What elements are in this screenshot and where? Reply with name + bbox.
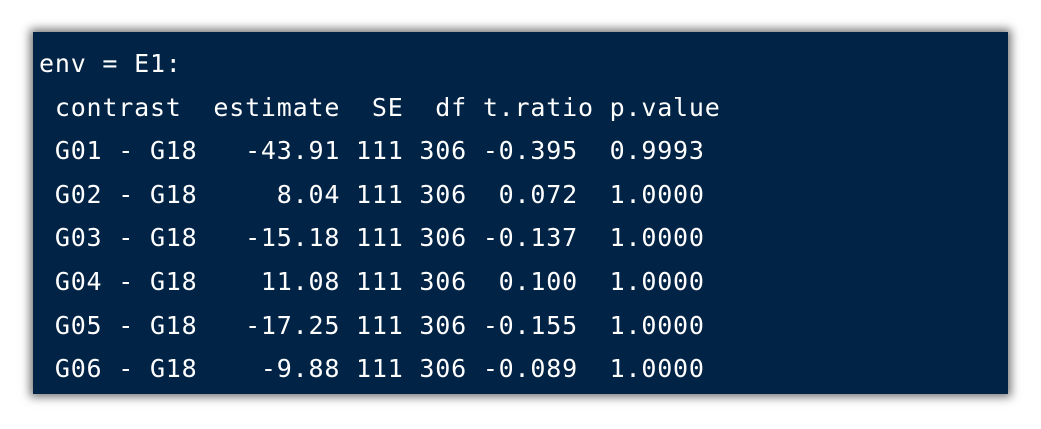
table-row: G05 - G18 -17.25 111 306 -0.155 1.0000 — [39, 311, 705, 340]
table-row: G06 - G18 -9.88 111 306 -0.089 1.0000 — [39, 354, 705, 383]
table-row: G02 - G18 8.04 111 306 0.072 1.0000 — [39, 180, 705, 209]
console-output-panel: env = E1: contrast estimate SE df t.rati… — [33, 32, 1008, 394]
table-header-line: contrast estimate SE df t.ratio p.value — [39, 93, 721, 122]
table-row: G03 - G18 -15.18 111 306 -0.137 1.0000 — [39, 223, 705, 252]
group-header-line: env = E1: — [39, 49, 182, 78]
table-row: G01 - G18 -43.91 111 306 -0.395 0.9993 — [39, 136, 705, 165]
table-row: G04 - G18 11.08 111 306 0.100 1.0000 — [39, 267, 705, 296]
